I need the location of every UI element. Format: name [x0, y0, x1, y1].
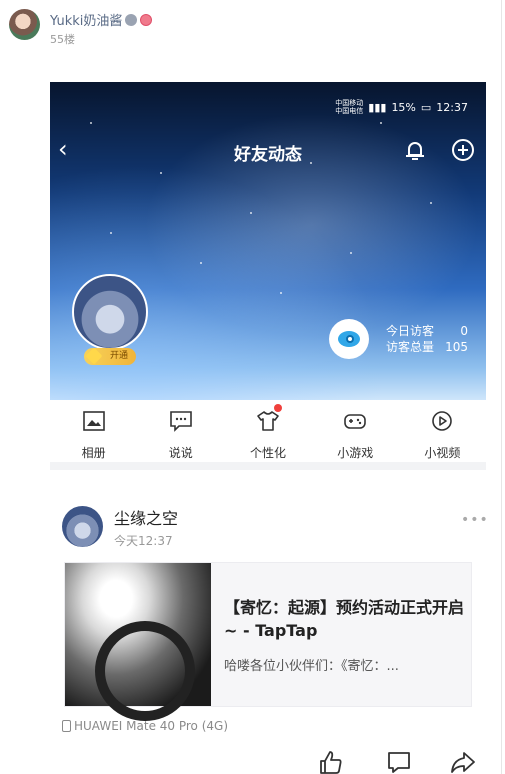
avatar[interactable] — [9, 9, 40, 40]
photo-album-icon — [82, 411, 105, 431]
moments-button[interactable]: 说说 — [137, 400, 224, 462]
clock: 12:37 — [436, 100, 468, 114]
carrier-2: 中国电信 — [335, 107, 364, 115]
feed-timestamp: 今天12:37 — [114, 534, 173, 548]
phone-screenshot[interactable]: 中国移动 中国电信 ▮▮▮ 15% ▭ 12:37 ‹ 好友动态 开通 今日访客… — [50, 82, 486, 470]
more-options-icon[interactable]: ••• — [461, 512, 489, 528]
icon-label: 个性化 — [250, 446, 287, 460]
phone-icon — [62, 720, 71, 732]
shared-link-card[interactable]: 【寄忆：起源】预约活动正式开启~ - TapTap 哈喽各位小伙伴们：《寄忆：.… — [64, 562, 472, 721]
personalize-button[interactable]: 个性化 — [224, 400, 311, 462]
signal-icon: ▮▮▮ — [368, 100, 387, 114]
post-device: HUAWEI Mate 40 Pro (4G) — [62, 719, 228, 733]
scrollbar-track[interactable] — [501, 0, 502, 774]
chat-bubble-icon — [169, 411, 192, 432]
feed-author-avatar[interactable] — [62, 506, 103, 547]
like-icon[interactable] — [318, 750, 344, 774]
member-badge-icon — [140, 13, 153, 26]
icon-label: 小游戏 — [337, 446, 374, 460]
vip-label: 开通 — [109, 351, 128, 361]
vip-button[interactable]: 开通 — [84, 347, 136, 365]
gamepad-icon — [344, 414, 367, 429]
battery-percent: 15% — [391, 100, 416, 114]
link-description: 哈喽各位小伙伴们：《寄忆：... — [224, 659, 399, 674]
status-bar: 中国移动 中国电信 ▮▮▮ 15% ▭ 12:37 — [335, 99, 468, 115]
post-author[interactable]: Yukki奶油酱 — [50, 10, 153, 29]
today-visitors-label: 今日访客 — [386, 324, 435, 338]
link-title: 【寄忆：起源】预约活动正式开启~ - TapTap — [224, 598, 465, 640]
link-thumbnail — [65, 563, 211, 721]
add-icon[interactable] — [451, 138, 475, 162]
visitor-eye-button[interactable] — [329, 319, 369, 359]
total-visitors-value: 105 — [445, 340, 468, 354]
icon-label: 相册 — [81, 446, 106, 460]
diamond-icon — [85, 347, 103, 365]
icon-label: 说说 — [168, 446, 193, 460]
carrier-names: 中国移动 中国电信 — [335, 99, 363, 115]
short-video-button[interactable]: 小视频 — [399, 400, 486, 462]
bell-icon[interactable] — [403, 138, 427, 162]
carrier-1: 中国移动 — [335, 99, 364, 107]
device-name: HUAWEI Mate 40 Pro (4G) — [74, 719, 229, 733]
profile-avatar[interactable] — [72, 274, 148, 350]
visitor-stats[interactable]: 今日访客 0 访客总量 105 — [386, 323, 468, 355]
today-visitors-value: 0 — [460, 324, 468, 338]
mini-games-button[interactable]: 小游戏 — [312, 400, 399, 462]
floor-number: 55楼 — [50, 33, 75, 46]
photo-album-button[interactable]: 相册 — [50, 400, 137, 462]
username[interactable]: Yukki奶油酱 — [50, 10, 122, 29]
play-circle-icon — [432, 411, 453, 431]
feed-author-name[interactable]: 尘缘之空 — [114, 505, 178, 529]
total-visitors-label: 访客总量 — [386, 340, 435, 354]
divider — [50, 462, 486, 470]
comment-icon[interactable] — [386, 750, 412, 774]
level-badge-icon — [125, 13, 138, 26]
icon-label: 小视频 — [424, 446, 461, 460]
tshirt-icon — [257, 411, 279, 431]
feature-icon-bar: 相册 说说 个性化 小游戏 小视频 — [50, 400, 486, 462]
share-icon[interactable] — [450, 750, 476, 774]
battery-icon: ▭ — [420, 100, 432, 114]
steering-wheel-image — [95, 621, 195, 721]
